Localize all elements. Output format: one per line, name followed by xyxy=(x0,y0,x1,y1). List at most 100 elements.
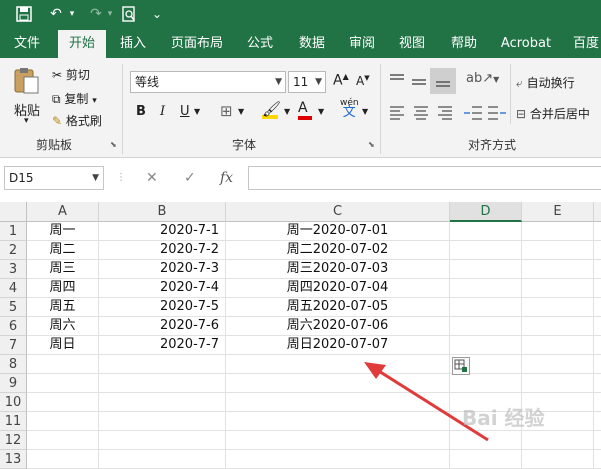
table-cell[interactable] xyxy=(27,431,99,450)
table-cell[interactable]: 2020-7-5 xyxy=(99,298,226,317)
cancel-icon[interactable]: ✕ xyxy=(146,166,158,190)
table-cell[interactable]: 周三2020-07-03 xyxy=(226,260,450,279)
table-cell[interactable]: 周四 xyxy=(27,279,99,298)
table-cell[interactable] xyxy=(522,317,594,336)
bold-button[interactable]: B xyxy=(136,104,146,119)
save-icon[interactable] xyxy=(14,4,34,24)
tab-data[interactable]: 数据 xyxy=(292,30,332,58)
tab-help[interactable]: 帮助 xyxy=(444,30,484,58)
table-cell[interactable] xyxy=(27,412,99,431)
table-cell[interactable]: 2020-7-2 xyxy=(99,241,226,260)
table-cell[interactable] xyxy=(27,393,99,412)
tab-view[interactable]: 视图 xyxy=(392,30,432,58)
orientation-icon[interactable]: ab↗▼ xyxy=(466,71,499,86)
border-icon[interactable]: ⊞ xyxy=(220,102,233,120)
column-header-f[interactable] xyxy=(594,202,601,222)
row-header[interactable]: 7 xyxy=(0,336,27,355)
table-cell[interactable] xyxy=(594,222,601,241)
table-cell[interactable] xyxy=(99,412,226,431)
table-cell[interactable]: 2020-7-6 xyxy=(99,317,226,336)
font-launcher-icon[interactable]: ⬊ xyxy=(368,140,375,149)
row-header[interactable]: 1 xyxy=(0,222,27,241)
tab-home[interactable]: 开始 xyxy=(58,30,106,58)
cut-button[interactable]: ✂ 剪切 xyxy=(52,66,90,83)
column-header-a[interactable]: A xyxy=(27,202,99,222)
table-cell[interactable] xyxy=(522,355,594,374)
table-cell[interactable]: 周六2020-07-06 xyxy=(226,317,450,336)
redo-icon[interactable]: ↷ xyxy=(86,4,106,24)
table-cell[interactable] xyxy=(226,450,450,469)
undo-icon[interactable]: ↶ xyxy=(46,4,66,24)
table-cell[interactable]: 2020-7-3 xyxy=(99,260,226,279)
table-cell[interactable]: 周四2020-07-04 xyxy=(226,279,450,298)
table-cell[interactable] xyxy=(594,355,601,374)
vertical-align-icons[interactable] xyxy=(388,70,436,92)
table-cell[interactable] xyxy=(522,260,594,279)
table-cell[interactable] xyxy=(450,260,522,279)
table-cell[interactable] xyxy=(450,241,522,260)
table-cell[interactable]: 周三 xyxy=(27,260,99,279)
table-cell[interactable] xyxy=(27,374,99,393)
table-cell[interactable] xyxy=(99,374,226,393)
underline-dropdown-icon[interactable]: ▼ xyxy=(194,107,200,116)
column-header-e[interactable]: E xyxy=(522,202,594,222)
table-cell[interactable]: 周一 xyxy=(27,222,99,241)
table-cell[interactable]: 周日 xyxy=(27,336,99,355)
table-cell[interactable] xyxy=(594,317,601,336)
table-cell[interactable]: 周五 xyxy=(27,298,99,317)
horizontal-align-icons[interactable] xyxy=(388,102,458,124)
worksheet-grid[interactable]: A B C D E 1 周一 2020-7-1 周一2020-07-01 2 周二 2020… xyxy=(0,202,601,469)
table-cell[interactable]: 周六 xyxy=(27,317,99,336)
customize-qat-icon[interactable]: ⌄ xyxy=(150,4,164,24)
table-cell[interactable] xyxy=(27,355,99,374)
table-cell[interactable] xyxy=(594,412,601,431)
copy-button[interactable]: ⧉ 复制 ▾ xyxy=(52,90,97,107)
table-cell[interactable]: 周五2020-07-05 xyxy=(226,298,450,317)
table-cell[interactable] xyxy=(99,450,226,469)
table-cell[interactable] xyxy=(522,374,594,393)
table-cell[interactable] xyxy=(99,431,226,450)
table-cell[interactable] xyxy=(594,431,601,450)
tab-file[interactable]: 文件 xyxy=(0,30,54,58)
column-header-b[interactable]: B xyxy=(99,202,226,222)
row-header[interactable]: 10 xyxy=(0,393,27,412)
row-header[interactable]: 8 xyxy=(0,355,27,374)
format-painter-button[interactable]: ✎ 格式刷 xyxy=(52,112,102,129)
insert-function-icon[interactable]: fx xyxy=(220,166,233,190)
tab-acrobat[interactable]: Acrobat xyxy=(496,30,556,58)
table-cell[interactable] xyxy=(450,279,522,298)
table-cell[interactable]: 2020-7-1 xyxy=(99,222,226,241)
table-cell[interactable] xyxy=(450,317,522,336)
table-cell[interactable] xyxy=(594,374,601,393)
row-header[interactable]: 4 xyxy=(0,279,27,298)
wrap-text-button[interactable]: ⤶ 自动换行 xyxy=(516,74,575,91)
print-preview-icon[interactable] xyxy=(120,4,138,24)
tab-baidu[interactable]: 百度 xyxy=(566,30,601,58)
table-cell[interactable] xyxy=(450,450,522,469)
table-cell[interactable]: 2020-7-4 xyxy=(99,279,226,298)
italic-button[interactable]: I xyxy=(160,104,165,119)
column-header-d[interactable]: D xyxy=(450,202,522,222)
table-cell[interactable] xyxy=(450,298,522,317)
table-cell[interactable] xyxy=(99,355,226,374)
table-cell[interactable] xyxy=(99,393,226,412)
formula-input[interactable] xyxy=(248,166,601,190)
font-color-dropdown-icon[interactable]: ▼ xyxy=(318,107,324,116)
row-header[interactable]: 11 xyxy=(0,412,27,431)
merge-center-button[interactable]: ⊟ 合并后居中 xyxy=(516,105,590,122)
row-header[interactable]: 13 xyxy=(0,450,27,469)
row-header[interactable]: 6 xyxy=(0,317,27,336)
table-cell[interactable] xyxy=(594,393,601,412)
table-cell[interactable]: 2020-7-7 xyxy=(99,336,226,355)
table-cell[interactable] xyxy=(594,260,601,279)
table-cell[interactable] xyxy=(522,450,594,469)
table-cell[interactable] xyxy=(594,279,601,298)
tab-page-layout[interactable]: 页面布局 xyxy=(166,30,228,58)
table-cell[interactable] xyxy=(522,241,594,260)
table-cell[interactable] xyxy=(594,298,601,317)
table-cell[interactable]: 周二 xyxy=(27,241,99,260)
table-cell[interactable] xyxy=(594,336,601,355)
table-cell[interactable] xyxy=(522,279,594,298)
table-cell[interactable] xyxy=(522,431,594,450)
drag-handle-icon[interactable]: ⋮ xyxy=(116,166,126,190)
